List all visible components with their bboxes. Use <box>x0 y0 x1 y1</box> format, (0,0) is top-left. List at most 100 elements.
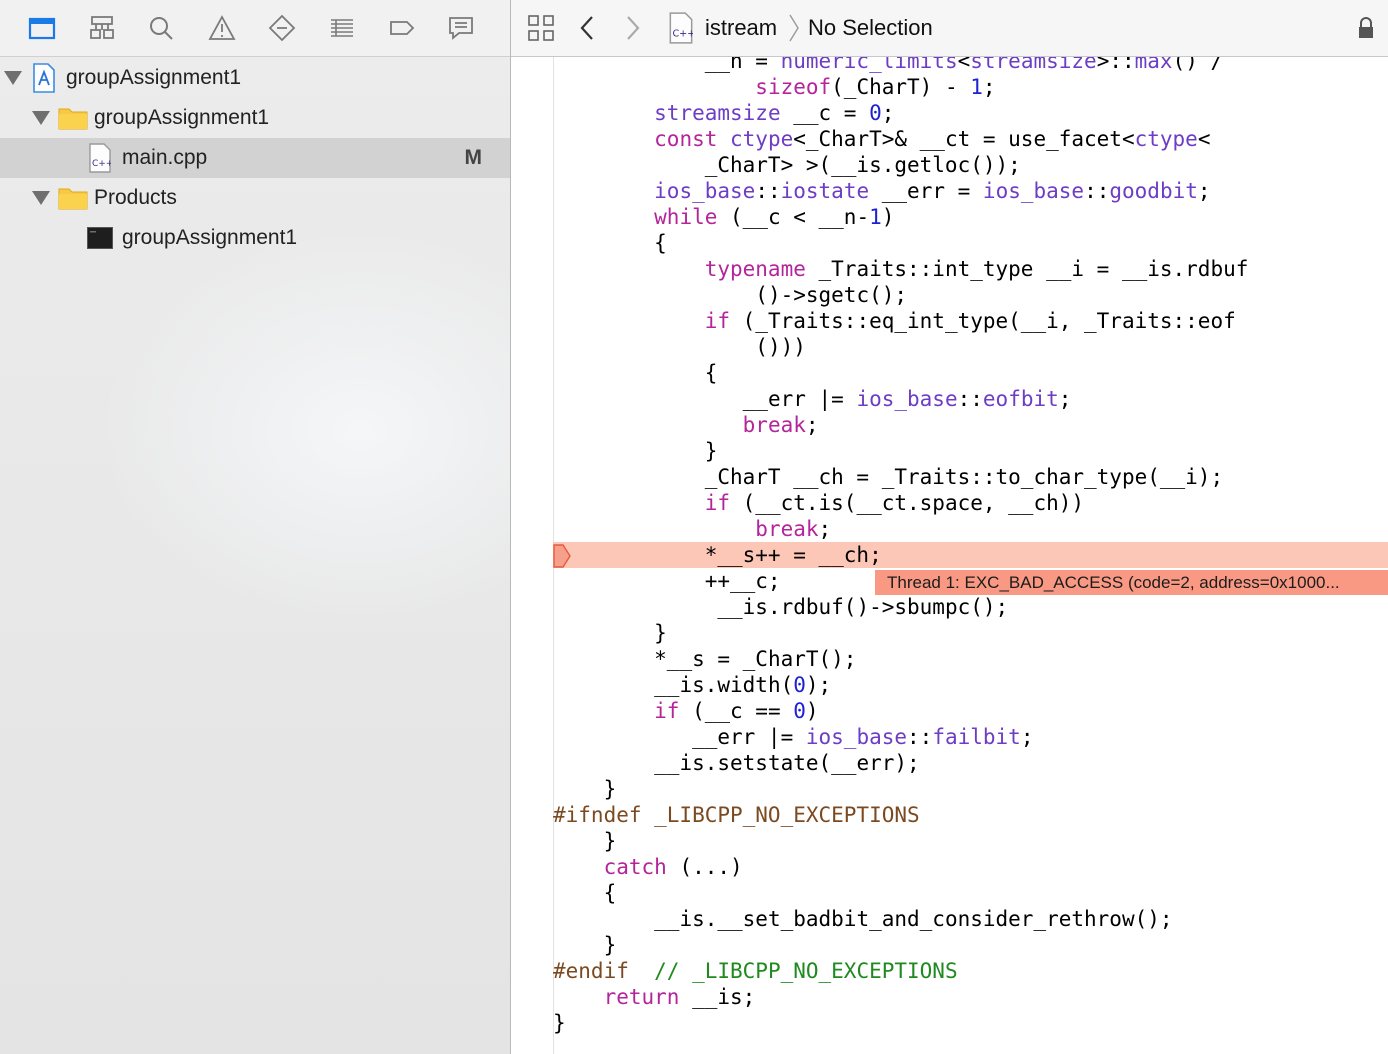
search-icon[interactable] <box>143 10 179 46</box>
code-line[interactable]: #ifndef _LIBCPP_NO_EXCEPTIONS <box>553 802 1388 828</box>
code-line[interactable]: { <box>553 230 1388 256</box>
code-line[interactable]: __n = numeric_limits<streamsize>::max() … <box>553 57 1388 74</box>
tree-item-label: groupAssignment1 <box>94 106 270 129</box>
code-line[interactable]: __err |= ios_base::failbit; <box>553 724 1388 750</box>
code-line[interactable]: } <box>553 1010 1388 1036</box>
hierarchy-icon[interactable] <box>84 10 120 46</box>
code-token: } <box>603 829 617 853</box>
error-indicator-icon <box>553 544 571 568</box>
code-token: (_Traits::eq_int_type(__i, _Traits::eof <box>730 309 1236 333</box>
folder-icon[interactable] <box>24 10 60 46</box>
code-token: streamsize <box>654 101 781 125</box>
code-line[interactable]: while (__c < __n-1) <box>553 204 1388 230</box>
error-banner[interactable]: Thread 1: EXC_BAD_ACCESS (code=2, addres… <box>875 570 1388 595</box>
code-line[interactable]: { <box>553 360 1388 386</box>
code-token: :: <box>957 387 983 411</box>
code-line[interactable]: ())) <box>553 334 1388 360</box>
code-line[interactable]: __is.setstate(__err); <box>553 750 1388 776</box>
code-line[interactable]: break; <box>553 516 1388 542</box>
code-token: if <box>704 309 731 333</box>
code-line[interactable]: __is.width(0); <box>553 672 1388 698</box>
code-token: (__c == <box>679 699 794 723</box>
code-line[interactable]: *__s = _CharT(); <box>553 646 1388 672</box>
editor-gutter[interactable] <box>511 57 554 1054</box>
code-line[interactable]: } <box>553 620 1388 646</box>
disclosure-triangle-icon[interactable] <box>4 71 22 85</box>
code-line[interactable]: __err |= ios_base::eofbit; <box>553 386 1388 412</box>
code-line[interactable]: ios_base::iostate __err = ios_base::good… <box>553 178 1388 204</box>
code-line[interactable]: return __is; <box>553 984 1388 1010</box>
code-token: 1 <box>970 75 983 99</box>
code-line[interactable]: if (__ct.is(__ct.space, __ch)) <box>553 490 1388 516</box>
code-token: ; <box>1197 179 1211 203</box>
code-token: *__s++ = __ch; <box>704 543 882 567</box>
chat-icon[interactable] <box>443 10 479 46</box>
code-line[interactable]: { <box>553 880 1388 906</box>
list-icon[interactable] <box>324 10 360 46</box>
code-line[interactable]: } <box>553 438 1388 464</box>
tree-item-label: Products <box>94 186 177 209</box>
code-line[interactable]: } <box>553 932 1388 958</box>
code-token: ()->sgetc(); <box>755 283 908 307</box>
tree-item-label: groupAssignment1 <box>122 226 298 249</box>
code-token: __is.width( <box>654 673 794 697</box>
back-chevron-icon[interactable] <box>577 0 597 56</box>
tree-item-main-cpp[interactable]: C++ main.cpp M <box>0 138 510 178</box>
code-token: (__c < __n- <box>717 205 870 229</box>
code-line[interactable]: } <box>553 828 1388 854</box>
code-token: ios_base <box>654 179 756 203</box>
code-line[interactable]: break; <box>553 412 1388 438</box>
code-token: ; <box>1058 387 1072 411</box>
code-line[interactable]: } <box>553 776 1388 802</box>
code-line[interactable]: __is.__set_badbit_and_consider_rethrow()… <box>553 906 1388 932</box>
related-items-icon[interactable] <box>527 0 555 56</box>
code-token: ios_base <box>805 725 908 749</box>
code-line[interactable]: typename _Traits::int_type __i = __is.rd… <box>553 256 1388 282</box>
code-token: < <box>957 57 971 73</box>
tree-item-project[interactable]: groupAssignment1 <box>0 58 510 98</box>
code-line[interactable]: const ctype<_CharT>& __ct = use_facet<ct… <box>553 126 1388 152</box>
code-line[interactable]: sizeof(_CharT) - 1; <box>553 74 1388 100</box>
code-line[interactable]: if (_Traits::eq_int_type(__i, _Traits::e… <box>553 308 1388 334</box>
code-line[interactable]: streamsize __c = 0; <box>553 100 1388 126</box>
code-token: ; <box>818 517 832 541</box>
code-token: ++__c; <box>704 569 781 593</box>
test-diamond-icon[interactable] <box>264 10 300 46</box>
disclosure-triangle-icon[interactable] <box>32 111 50 125</box>
code-token: __c = <box>780 101 870 125</box>
warning-icon[interactable] <box>204 10 240 46</box>
breadcrumb-file[interactable]: istream <box>705 0 777 56</box>
project-navigator: groupAssignment1 groupAssignment1 C++ ma… <box>0 0 510 1054</box>
tree-item-folder-products[interactable]: Products <box>0 178 510 218</box>
tag-icon[interactable] <box>384 10 420 46</box>
code-token: iostate <box>780 179 870 203</box>
code-line-error[interactable]: *__s++ = __ch; <box>553 542 1388 568</box>
lock-icon[interactable] <box>1357 0 1375 56</box>
code-token: failbit <box>932 725 1021 749</box>
code-token: } <box>654 621 667 645</box>
code-line[interactable]: if (__c == 0) <box>553 698 1388 724</box>
tree-item-folder-source[interactable]: groupAssignment1 <box>0 98 510 138</box>
code-line[interactable]: #endif // _LIBCPP_NO_EXCEPTIONS <box>553 958 1388 984</box>
code-token: < <box>1197 127 1211 151</box>
code-line[interactable]: __is.rdbuf()->sbumpc(); <box>553 594 1388 620</box>
code-line[interactable]: catch (...) <box>553 854 1388 880</box>
breadcrumb-selection[interactable]: No Selection <box>808 0 933 56</box>
code-token: goodbit <box>1109 179 1198 203</box>
code-line[interactable]: ()->sgetc(); <box>553 282 1388 308</box>
code-token: ())) <box>755 335 806 359</box>
code-line[interactable]: _CharT __ch = _Traits::to_char_type(__i)… <box>553 464 1388 490</box>
code-token: } <box>553 1011 566 1035</box>
code-line[interactable]: _CharT> >(__is.getloc()); <box>553 152 1388 178</box>
forward-chevron-icon[interactable] <box>623 0 643 56</box>
disclosure-triangle-icon[interactable] <box>32 191 50 205</box>
code-editor[interactable]: __n = numeric_limits<streamsize>::max() … <box>553 57 1388 1054</box>
modified-badge: M <box>464 146 483 169</box>
tree-item-executable[interactable]: groupAssignment1 <box>0 218 510 258</box>
